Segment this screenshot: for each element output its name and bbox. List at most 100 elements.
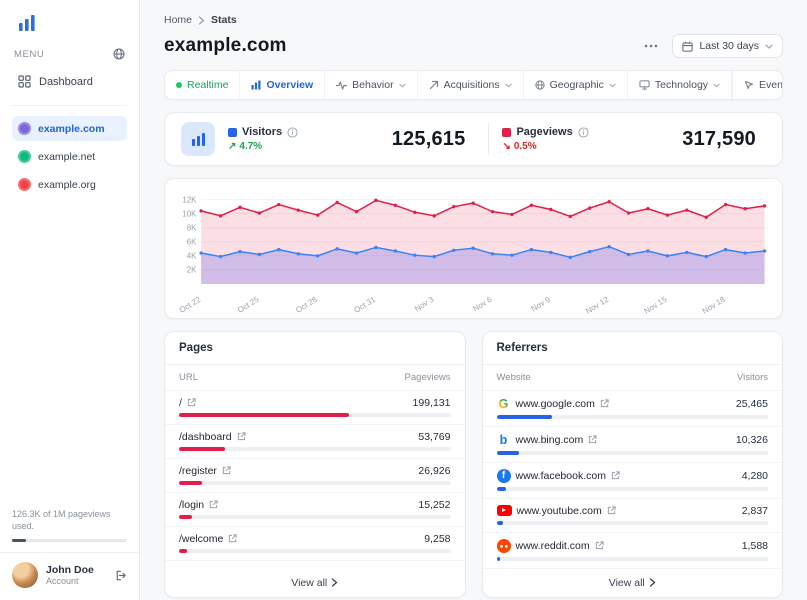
bar-fill bbox=[179, 446, 225, 451]
external-link-icon bbox=[222, 466, 231, 475]
page-link[interactable]: /register bbox=[179, 465, 231, 477]
visitors-value: 125,615 bbox=[391, 127, 466, 150]
date-range-label: Last 30 days bbox=[699, 40, 759, 52]
table-row: www.reddit.com 1,588 bbox=[482, 533, 782, 569]
page-url: / bbox=[179, 396, 182, 409]
google-favicon bbox=[497, 397, 511, 411]
tab-events[interactable]: Events bbox=[732, 71, 783, 99]
tab-realtime[interactable]: Realtime bbox=[165, 71, 241, 99]
bar-chart-icon bbox=[251, 80, 261, 90]
bar-track bbox=[179, 446, 451, 451]
pageviews-label: Pageviews bbox=[516, 126, 573, 138]
chevron-down-icon bbox=[609, 83, 616, 88]
sidebar-site-item[interactable]: example.org bbox=[12, 172, 127, 197]
chevron-right-icon bbox=[332, 578, 338, 588]
svg-text:10K: 10K bbox=[182, 209, 197, 218]
tab-label: Events bbox=[759, 79, 783, 91]
tab-label: Geographic bbox=[549, 79, 604, 91]
tab-label: Acquisitions bbox=[443, 79, 500, 91]
table-row: www.bing.com 10,326 bbox=[482, 427, 782, 463]
chevron-down-icon bbox=[765, 43, 773, 49]
page-link[interactable]: /welcome bbox=[179, 533, 237, 545]
more-options-icon[interactable] bbox=[642, 42, 660, 50]
referrer-link[interactable]: www.facebook.com bbox=[496, 468, 620, 483]
site-favicon bbox=[18, 122, 31, 135]
view-all-label: View all bbox=[291, 576, 328, 589]
bar-fill bbox=[496, 520, 503, 525]
referrer-link[interactable]: www.youtube.com bbox=[496, 505, 616, 517]
visitors-legend-swatch bbox=[228, 127, 237, 137]
site-label: example.org bbox=[38, 178, 96, 191]
sidebar: MENU Dashboard example.com example.net e… bbox=[0, 0, 140, 600]
referrer-value: 1,588 bbox=[741, 539, 768, 552]
table-row: /login 15,252 bbox=[165, 493, 465, 527]
bar-fill bbox=[179, 514, 193, 519]
breadcrumb-current: Stats bbox=[211, 14, 237, 26]
pages-rows: / 199,131 /dashboard 53,769 /register 26… bbox=[165, 391, 465, 561]
tab-label: Technology bbox=[654, 79, 709, 91]
referrer-link[interactable]: www.reddit.com bbox=[496, 538, 604, 553]
bar-fill bbox=[179, 548, 187, 553]
external-link-icon bbox=[187, 398, 196, 407]
tab-overview[interactable]: Overview bbox=[240, 71, 326, 99]
referrers-view-all-button[interactable]: View all bbox=[483, 569, 783, 597]
nav-label: Dashboard bbox=[39, 75, 93, 88]
table-row: /dashboard 53,769 bbox=[165, 425, 465, 459]
sidebar-site-item[interactable]: example.net bbox=[12, 144, 127, 169]
referrer-url: www.facebook.com bbox=[515, 469, 606, 482]
sidebar-site-item[interactable]: example.com bbox=[12, 116, 127, 141]
external-link-icon bbox=[209, 500, 218, 509]
account-row[interactable]: John Doe Account bbox=[0, 552, 139, 592]
referrer-value: 10,326 bbox=[735, 433, 768, 446]
user-name: John Doe bbox=[46, 563, 94, 576]
page-url: /dashboard bbox=[179, 430, 232, 443]
breadcrumb-home[interactable]: Home bbox=[164, 14, 192, 26]
referrer-link[interactable]: www.bing.com bbox=[497, 433, 598, 447]
pages-view-all-button[interactable]: View all bbox=[165, 569, 465, 597]
visitors-change: 4.7% bbox=[239, 141, 263, 152]
trend-chart-card: 12K 10K 8K 6K 4K 2K Oct 22 Oct 25 Oct 28 Oct 31 No… bbox=[164, 178, 783, 319]
user-role: Account bbox=[46, 576, 79, 587]
bar-track bbox=[179, 548, 451, 553]
svg-text:8K: 8K bbox=[187, 224, 197, 233]
usage-bar-track bbox=[12, 539, 127, 542]
table-row: www.facebook.com 4,280 bbox=[482, 463, 782, 499]
pageviews-value: 317,590 bbox=[682, 127, 756, 150]
bar-track bbox=[496, 556, 768, 561]
usage-text: 126.3K of 1M pageviews used. bbox=[12, 508, 111, 532]
page-link[interactable]: /dashboard bbox=[179, 431, 246, 443]
svg-text:Nov 9: Nov 9 bbox=[530, 295, 553, 314]
chevron-right-icon bbox=[649, 578, 656, 588]
reddit-favicon bbox=[496, 538, 511, 553]
monitor-icon bbox=[639, 80, 650, 90]
page-link[interactable]: /login bbox=[179, 499, 218, 511]
sidebar-item-dashboard[interactable]: Dashboard bbox=[12, 68, 127, 95]
bing-favicon bbox=[497, 433, 511, 447]
title-row: example.com Last 30 days bbox=[164, 34, 783, 58]
svg-text:Nov 6: Nov 6 bbox=[471, 295, 494, 314]
page-link[interactable]: / bbox=[179, 397, 196, 409]
referrer-url: www.reddit.com bbox=[515, 539, 590, 552]
tab-geographic[interactable]: Geographic bbox=[524, 71, 628, 99]
breakdown-cards: Pages URL Pageviews / 199,131 /dashboard… bbox=[164, 330, 783, 598]
info-icon[interactable] bbox=[578, 126, 589, 138]
visitors-stat: Visitors ↗ 4.7% bbox=[228, 126, 298, 152]
svg-text:12K: 12K bbox=[182, 195, 197, 204]
tab-technology[interactable]: Technology bbox=[628, 71, 733, 99]
globe-icon[interactable] bbox=[113, 48, 125, 60]
tab-acquisitions[interactable]: Acquisitions bbox=[418, 71, 524, 99]
page-value: 26,926 bbox=[418, 464, 451, 477]
realtime-dot-icon bbox=[176, 82, 182, 88]
table-row: / 199,131 bbox=[165, 391, 465, 425]
table-row: www.google.com 25,465 bbox=[482, 391, 782, 427]
svg-text:2K: 2K bbox=[187, 266, 197, 275]
info-icon[interactable] bbox=[287, 126, 298, 138]
facebook-favicon bbox=[496, 468, 511, 483]
date-range-button[interactable]: Last 30 days bbox=[672, 34, 783, 58]
logout-icon[interactable] bbox=[114, 569, 127, 582]
cursor-click-icon bbox=[744, 80, 754, 90]
bar-track bbox=[179, 412, 451, 417]
bar-track bbox=[496, 486, 768, 491]
referrer-link[interactable]: www.google.com bbox=[497, 397, 609, 411]
tab-behavior[interactable]: Behavior bbox=[325, 71, 418, 99]
